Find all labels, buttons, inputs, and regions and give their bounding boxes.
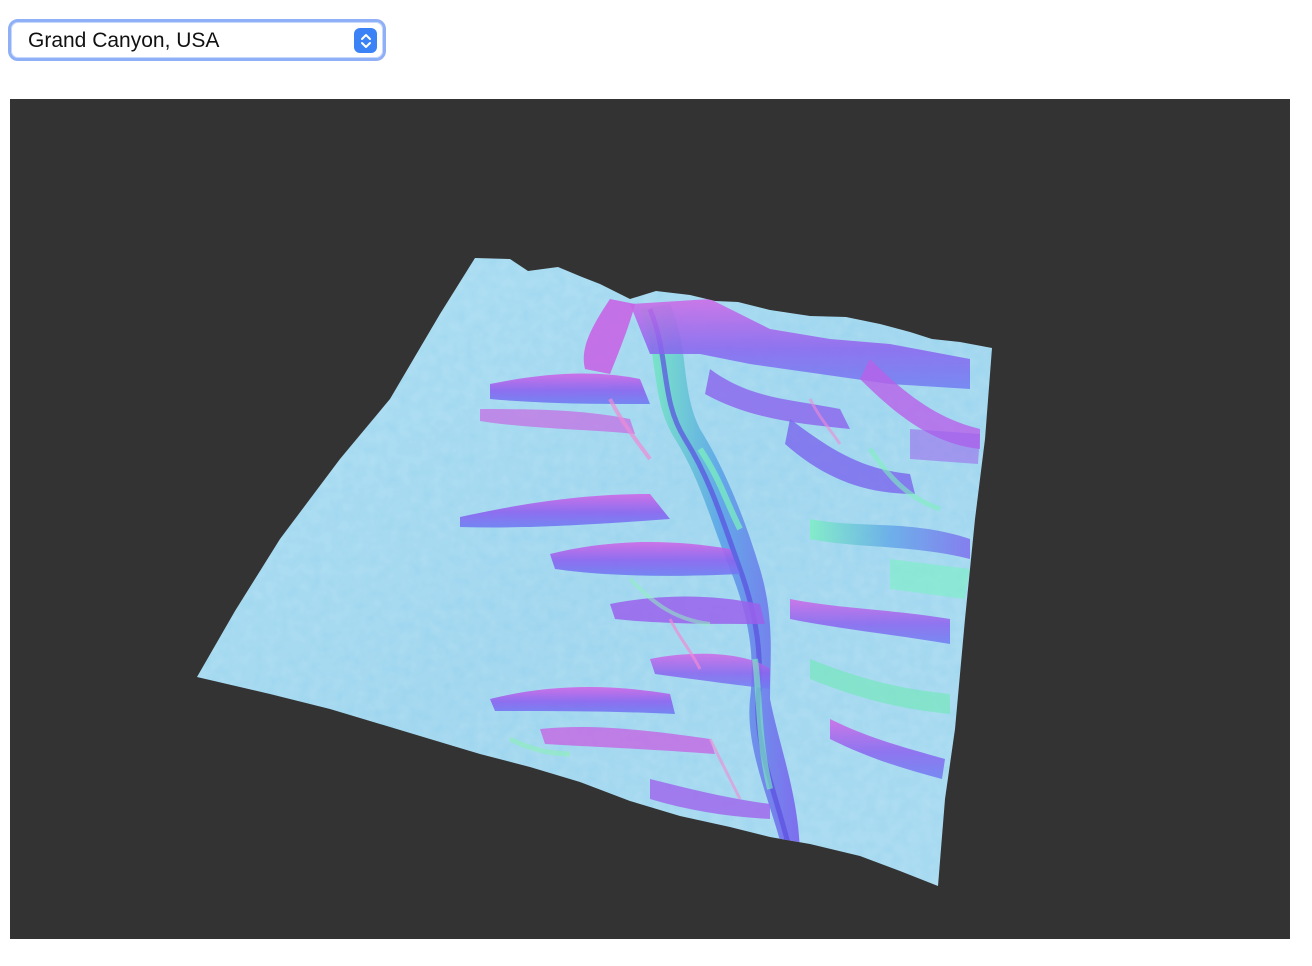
terrain-canvas[interactable] [10,99,1290,939]
terrain-mesh [197,258,992,886]
up-down-chevron-icon [354,28,377,53]
terrain-viewport[interactable] [10,99,1290,939]
location-select[interactable]: Grand Canyon, USA [8,19,386,61]
location-select-value: Grand Canyon, USA [28,29,220,52]
